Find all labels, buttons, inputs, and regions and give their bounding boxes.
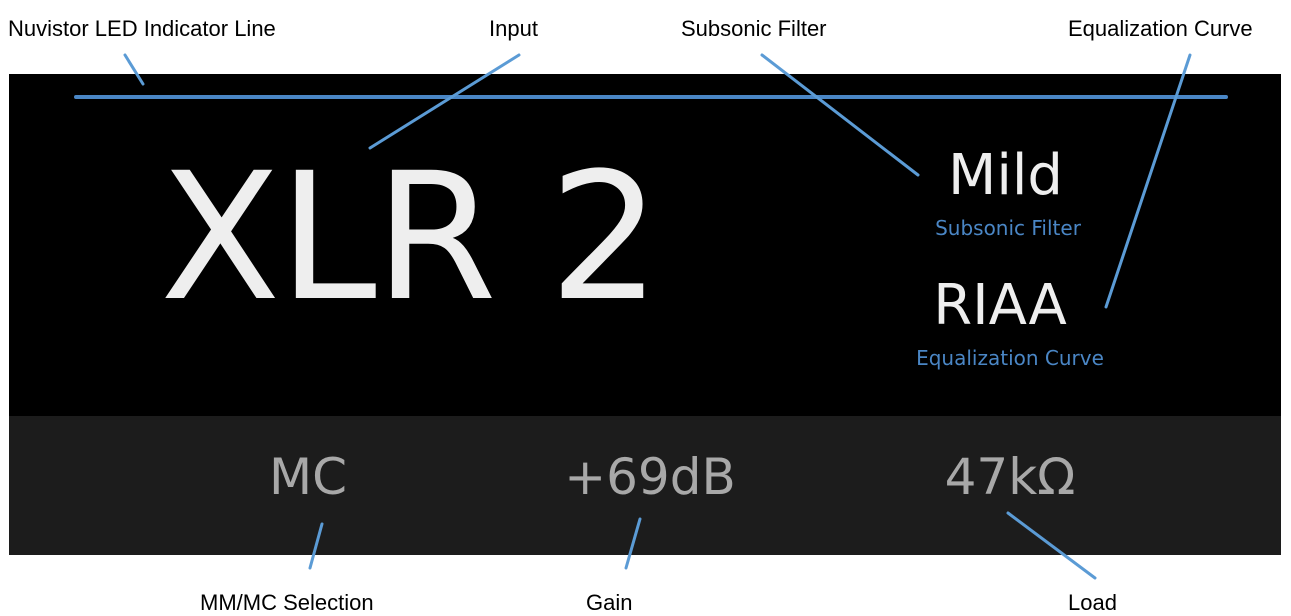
subsonic-filter-caption: Subsonic Filter [935,216,1081,240]
nuvistor-led-indicator-line [74,95,1228,99]
cartridge-mode-value: MC [268,448,348,506]
subsonic-filter-value: Mild [948,143,1063,208]
input-selection-value: XLR 2 [160,135,661,340]
gain-value: +69dB [564,448,736,506]
callout-gain: Gain [586,590,633,615]
load-value: 47kΩ [944,448,1076,506]
callout-equalization-curve: Equalization Curve [1068,16,1253,41]
equalization-curve-value: RIAA [933,273,1067,338]
callout-input: Input [489,16,538,41]
equalization-curve-caption: Equalization Curve [916,346,1104,370]
callout-subsonic-filter: Subsonic Filter [681,16,827,41]
callout-led-indicator-line: Nuvistor LED Indicator Line [8,16,276,41]
callout-mm-mc-selection: MM/MC Selection [200,590,374,615]
callout-load: Load [1068,590,1117,615]
